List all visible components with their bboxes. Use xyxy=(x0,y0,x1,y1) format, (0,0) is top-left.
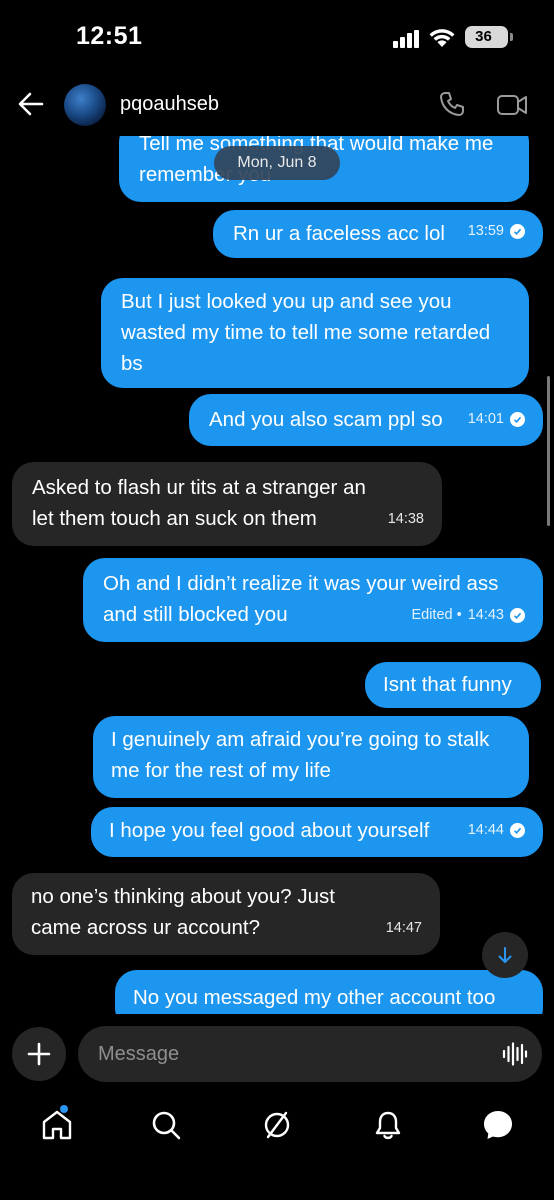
message-text: Rn ur a faceless acc lol xyxy=(233,222,445,245)
seen-check-icon xyxy=(510,224,525,239)
message-text: Isnt that funny xyxy=(383,673,512,696)
voice-waveform-icon[interactable] xyxy=(502,1042,528,1066)
status-bar: 12:51 36 xyxy=(0,0,554,76)
bell-icon[interactable] xyxy=(371,1108,405,1142)
message-text: I genuinely am afraid you’re going to st… xyxy=(111,728,490,782)
chat-header: pqoauhseb xyxy=(0,76,554,136)
battery-level: 36 xyxy=(475,28,492,45)
wifi-icon xyxy=(429,29,455,47)
message-text: And you also scam ppl so xyxy=(209,408,443,431)
scrollbar[interactable] xyxy=(547,376,550,526)
arrow-left-icon[interactable] xyxy=(18,91,44,117)
message-composer[interactable] xyxy=(78,1026,542,1082)
message-time: 14:44 xyxy=(467,822,504,838)
notification-dot xyxy=(60,1105,68,1113)
jump-to-latest-button[interactable] xyxy=(482,932,528,978)
status-time: 12:51 xyxy=(76,22,143,50)
message-meta: 14:38 xyxy=(388,504,424,535)
message-text: But I just looked you up and see you was… xyxy=(121,290,491,375)
search-icon[interactable] xyxy=(149,1108,183,1142)
seen-check-icon xyxy=(510,412,525,427)
message-thread[interactable]: Tell me something that would make me rem… xyxy=(0,136,554,1014)
message-meta: Edited • 14:43 xyxy=(411,600,525,631)
message-text: I hope you feel good about yourself xyxy=(109,819,430,842)
message-bubble-outgoing[interactable]: No you messaged my other account too xyxy=(115,970,543,1014)
seen-check-icon xyxy=(510,823,525,838)
message-bubble-outgoing[interactable]: And you also scam ppl so 14:01 xyxy=(189,394,543,446)
message-time: 13:59 xyxy=(467,223,504,239)
message-time: 14:38 xyxy=(387,511,424,527)
avatar[interactable] xyxy=(64,84,106,126)
home-icon[interactable] xyxy=(40,1108,74,1142)
explore-icon[interactable] xyxy=(260,1108,294,1142)
seen-check-icon xyxy=(510,608,525,623)
message-meta: 14:01 xyxy=(468,404,525,435)
phone-icon[interactable] xyxy=(438,90,466,118)
contact-username[interactable]: pqoauhseb xyxy=(120,93,219,116)
message-bubble-outgoing[interactable]: Oh and I didn’t realize it was your weir… xyxy=(83,558,543,642)
message-bubble-outgoing[interactable]: I hope you feel good about yourself 14:4… xyxy=(91,807,543,857)
messages-icon[interactable] xyxy=(481,1108,515,1142)
battery-icon: 36 xyxy=(465,26,508,48)
message-bubble-outgoing[interactable]: Rn ur a faceless acc lol 13:59 xyxy=(213,210,543,258)
battery-tip xyxy=(510,33,513,41)
message-time: 14:01 xyxy=(467,411,504,427)
arrow-down-icon xyxy=(498,947,512,963)
message-meta: 14:44 xyxy=(468,815,525,846)
message-time: 14:43 xyxy=(467,607,504,623)
plus-icon xyxy=(27,1042,51,1066)
message-bubble-outgoing[interactable]: But I just looked you up and see you was… xyxy=(101,278,529,388)
message-time: 14:47 xyxy=(385,920,422,936)
message-text: No you messaged my other account too xyxy=(133,986,496,1009)
message-meta: 14:47 xyxy=(386,913,422,944)
message-text: no one’s thinking about you? Just came a… xyxy=(31,885,335,939)
message-bubble-incoming[interactable]: no one’s thinking about you? Just came a… xyxy=(12,873,440,955)
date-divider: Mon, Jun 8 xyxy=(214,146,340,180)
message-text: Asked to flash ur tits at a stranger an … xyxy=(32,476,366,530)
message-input[interactable] xyxy=(98,1026,478,1082)
edited-label: Edited • xyxy=(411,607,462,623)
message-bubble-incoming[interactable]: Asked to flash ur tits at a stranger an … xyxy=(12,462,442,546)
video-camera-icon[interactable] xyxy=(496,92,528,118)
message-bubble-outgoing[interactable]: Isnt that funny xyxy=(365,662,541,708)
add-attachment-button[interactable] xyxy=(12,1027,66,1081)
message-meta: 13:59 xyxy=(468,216,525,247)
bottom-navigation xyxy=(0,1100,554,1200)
message-bubble-outgoing[interactable]: I genuinely am afraid you’re going to st… xyxy=(93,716,529,798)
cellular-signal-icon xyxy=(393,30,421,48)
